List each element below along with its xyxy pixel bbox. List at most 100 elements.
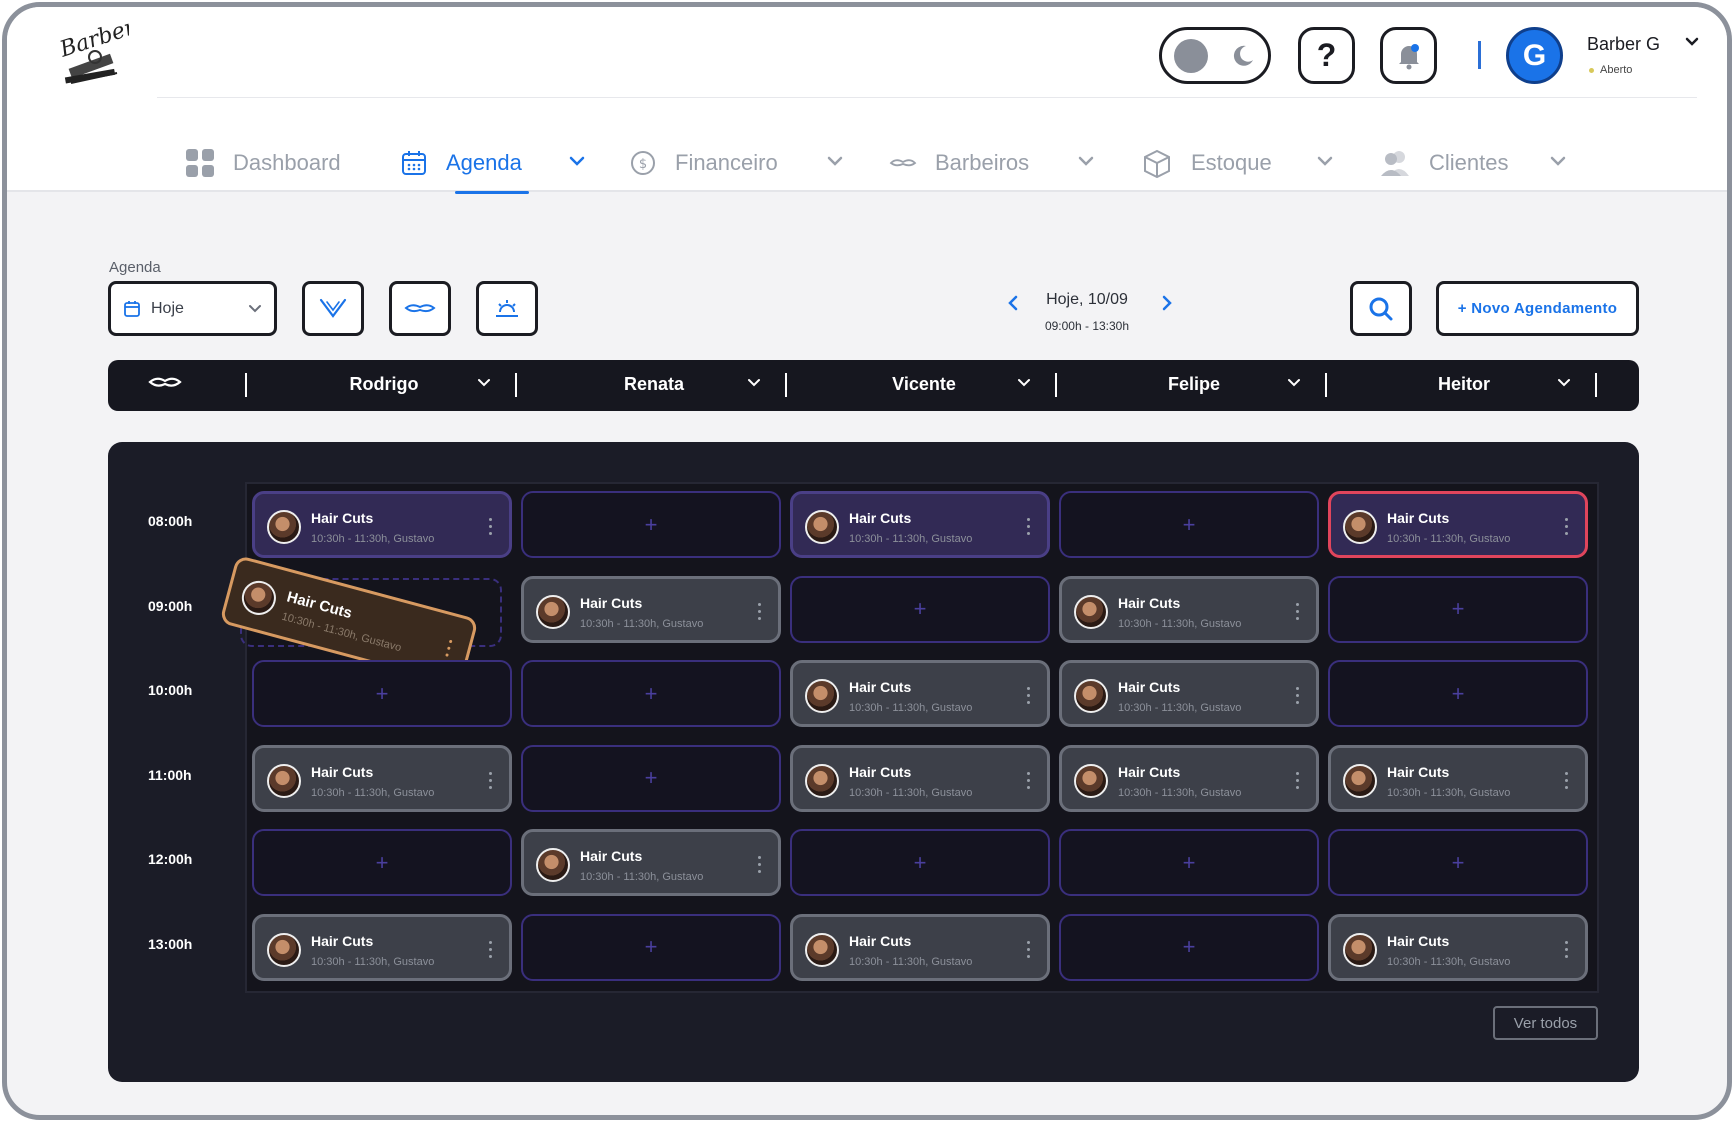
appointment-card[interactable]: Hair Cuts 10:30h - 11:30h, Gustavo [1328, 491, 1588, 558]
empty-slot-add-button[interactable]: + [521, 491, 781, 558]
more-options-icon[interactable] [1027, 771, 1031, 789]
empty-slot-add-button[interactable]: + [1059, 829, 1319, 896]
plus-icon: + [1451, 680, 1465, 706]
appointment-card[interactable]: Hair Cuts 10:30h - 11:30h, Gustavo [1328, 744, 1588, 812]
dollar-icon: $ [631, 151, 655, 175]
search-button[interactable] [1350, 281, 1412, 336]
nav-item-clientes[interactable]: Clientes [1379, 135, 1508, 191]
razor-icon [319, 298, 347, 318]
nav-item-agenda[interactable]: Agenda [400, 135, 522, 191]
help-icon: ? [1316, 37, 1337, 73]
appointment-card[interactable]: Hair Cuts 10:30h - 11:30h, Gustavo [252, 744, 512, 812]
plus-icon: + [644, 511, 658, 537]
empty-slot-add-button[interactable]: + [790, 829, 1050, 896]
more-options-icon[interactable] [1565, 518, 1569, 535]
empty-slot-add-button[interactable]: + [521, 660, 781, 727]
empty-slot-add-button[interactable]: + [252, 660, 512, 727]
more-options-icon[interactable] [489, 518, 493, 535]
empty-slot-add-button[interactable]: + [1059, 491, 1319, 558]
chevron-down-icon[interactable] [1557, 378, 1571, 388]
more-options-icon[interactable] [758, 856, 762, 873]
barber-logo[interactable]: Barber [57, 17, 129, 97]
chevron-down-icon[interactable] [1078, 155, 1094, 167]
time-slot-label: 08:00h [148, 513, 193, 529]
more-options-icon[interactable] [489, 771, 493, 789]
chevron-down-icon[interactable] [1550, 155, 1566, 167]
appointment-time: 10:30h - 11:30h, Gustavo [1387, 786, 1511, 799]
column-separator [785, 373, 787, 397]
nav-item-dashboard[interactable]: Dashboard [185, 135, 341, 191]
next-day-arrow[interactable] [1161, 295, 1173, 311]
appointment-title: Hair Cuts [849, 763, 912, 780]
appointment-title: Hair Cuts [1387, 510, 1450, 526]
new-appointment-button[interactable]: + Novo Agendamento [1436, 281, 1639, 336]
chevron-down-icon[interactable] [1317, 155, 1333, 167]
nav-item-estoque[interactable]: Estoque [1141, 135, 1272, 191]
more-options-icon[interactable] [489, 940, 493, 958]
appointment-time: 10:30h - 11:30h, Gustavo [1118, 617, 1242, 630]
appointment-card[interactable]: Hair Cuts 10:30h - 11:30h, Gustavo [1059, 575, 1319, 643]
moon-icon [1233, 45, 1253, 66]
empty-slot-add-button[interactable]: + [521, 744, 781, 812]
more-options-icon[interactable] [1565, 771, 1569, 789]
appointment-card[interactable]: Hair Cuts 10:30h - 11:30h, Gustavo [521, 829, 781, 896]
status-dot [1589, 67, 1594, 73]
chevron-down-icon[interactable] [1017, 378, 1031, 388]
view-all-button[interactable]: Ver todos [1493, 1006, 1598, 1040]
filter-service-button[interactable] [302, 281, 364, 336]
more-options-icon[interactable] [1565, 940, 1569, 958]
empty-slot-add-button[interactable]: + [1328, 660, 1588, 727]
appointment-card[interactable]: Hair Cuts 10:30h - 11:30h, Gustavo [790, 491, 1050, 558]
barber-name-heitor[interactable]: Heitor [1394, 374, 1534, 395]
barber-name-felipe[interactable]: Felipe [1124, 374, 1264, 395]
more-options-icon[interactable] [445, 639, 453, 657]
empty-slot-add-button[interactable]: + [521, 913, 781, 981]
more-options-icon[interactable] [1296, 602, 1300, 620]
empty-slot-add-button[interactable]: + [252, 829, 512, 896]
empty-slot-add-button[interactable]: + [790, 575, 1050, 643]
barber-name-vicente[interactable]: Vicente [854, 374, 994, 395]
client-avatar [1343, 510, 1377, 544]
nav-item-barbeiros[interactable]: Barbeiros [889, 135, 1029, 191]
agenda-period-select[interactable]: Hoje [108, 281, 277, 336]
appointment-card[interactable]: Hair Cuts 10:30h - 11:30h, Gustavo [790, 660, 1050, 727]
appointment-card[interactable]: Hair Cuts 10:30h - 11:30h, Gustavo [252, 913, 512, 981]
empty-slot-add-button[interactable]: + [1328, 575, 1588, 643]
appointment-card[interactable]: Hair Cuts 10:30h - 11:30h, Gustavo [790, 913, 1050, 981]
header-divider [157, 97, 1697, 98]
more-options-icon[interactable] [1027, 687, 1031, 704]
more-options-icon[interactable] [1296, 771, 1300, 789]
appointment-title: Hair Cuts [1118, 763, 1181, 780]
chevron-down-icon[interactable] [477, 378, 491, 388]
more-options-icon[interactable] [1296, 687, 1300, 704]
filter-shift-button[interactable] [476, 281, 538, 336]
appointment-card[interactable]: Hair Cuts 10:30h - 11:30h, Gustavo [521, 575, 781, 643]
appointment-card[interactable]: Hair Cuts 10:30h - 11:30h, Gustavo [1059, 744, 1319, 812]
barber-name-renata[interactable]: Renata [584, 374, 724, 395]
notifications-button[interactable] [1380, 27, 1437, 84]
more-options-icon[interactable] [1027, 518, 1031, 535]
chevron-down-icon[interactable] [827, 155, 843, 167]
barber-name-rodrigo[interactable]: Rodrigo [314, 374, 454, 395]
appointment-time: 10:30h - 11:30h, Gustavo [1387, 955, 1511, 968]
appointment-card[interactable]: Hair Cuts 10:30h - 11:30h, Gustavo [252, 491, 512, 558]
appointment-time: 10:30h - 11:30h, Gustavo [849, 955, 973, 968]
empty-slot-add-button[interactable]: + [1059, 913, 1319, 981]
chevron-down-icon[interactable] [747, 378, 761, 388]
chevron-down-icon[interactable] [1287, 378, 1301, 388]
appointment-card[interactable]: Hair Cuts 10:30h - 11:30h, Gustavo [1059, 660, 1319, 727]
chevron-down-icon[interactable] [569, 155, 585, 167]
nav-item-financeiro[interactable]: $ Financeiro [629, 135, 778, 191]
user-avatar[interactable]: G [1506, 27, 1563, 84]
user-name[interactable]: Barber G [1587, 34, 1660, 55]
theme-toggle[interactable] [1159, 27, 1271, 84]
chevron-down-icon[interactable] [1685, 37, 1699, 47]
help-button[interactable]: ? [1298, 27, 1355, 84]
appointment-card[interactable]: Hair Cuts 10:30h - 11:30h, Gustavo [1328, 913, 1588, 981]
empty-slot-add-button[interactable]: + [1328, 829, 1588, 896]
more-options-icon[interactable] [1027, 940, 1031, 958]
appointment-title: Hair Cuts [1387, 763, 1450, 780]
appointment-card[interactable]: Hair Cuts 10:30h - 11:30h, Gustavo [790, 744, 1050, 812]
more-options-icon[interactable] [758, 602, 762, 620]
filter-barber-button[interactable] [389, 281, 451, 336]
